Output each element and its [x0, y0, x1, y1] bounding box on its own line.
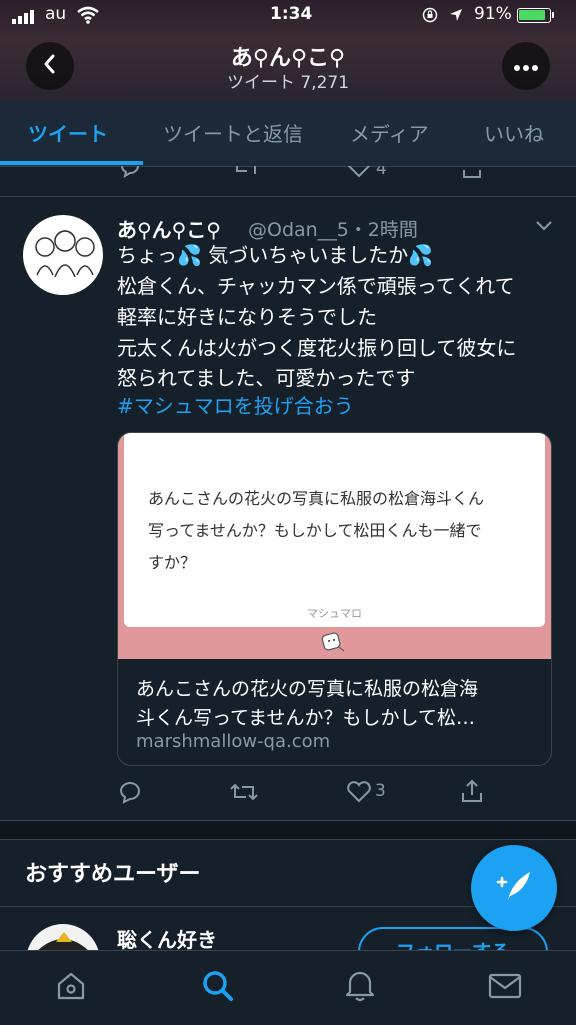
- battery-icon: [517, 8, 551, 23]
- retweet-icon[interactable]: [232, 166, 260, 182]
- section-title: おすすめユーザー: [25, 862, 201, 887]
- recommended-user-name[interactable]: 聡くん好き: [117, 924, 217, 953]
- prev-tweet-actions: 4: [0, 166, 576, 182]
- tweet-divider: [0, 196, 576, 197]
- active-tab-indicator: [0, 161, 143, 165]
- clock-time: 1:34: [270, 4, 313, 24]
- tweet-handle-time: @Odan__5・2時間: [248, 219, 418, 241]
- tweet-display-name[interactable]: あ⚲ん⚲こ⚲: [117, 214, 221, 243]
- notifications-icon[interactable]: [344, 968, 376, 1006]
- tab-media[interactable]: メディア: [350, 118, 429, 147]
- card-image-text: 写ってませんか？もしかして松田くんも一緒で: [148, 521, 482, 540]
- tab-likes[interactable]: いいね: [484, 118, 544, 147]
- retweet-icon[interactable]: [229, 780, 259, 808]
- signal-icon: [12, 9, 38, 24]
- like-icon[interactable]: [346, 166, 372, 182]
- share-icon[interactable]: [460, 166, 484, 182]
- reply-icon[interactable]: [117, 780, 143, 808]
- like-icon[interactable]: [346, 780, 372, 808]
- card-image-text: すか？: [148, 553, 197, 572]
- location-icon: [448, 7, 464, 27]
- tweet-menu-chevron-icon[interactable]: [534, 218, 554, 237]
- like-count: 4: [376, 166, 387, 179]
- home-icon[interactable]: [55, 970, 87, 1006]
- card-image-text: あんこさんの花火の写真に私服の松倉海斗くん: [148, 489, 485, 508]
- reply-icon[interactable]: [118, 166, 142, 182]
- marshmallow-mascot-icon: [320, 631, 346, 659]
- messages-icon[interactable]: [488, 972, 522, 1004]
- card-image-brand: マシュマロ: [307, 607, 362, 620]
- battery-cap: [552, 12, 554, 18]
- orientation-lock-icon: [422, 7, 438, 27]
- tab-tweets-and-replies[interactable]: ツイートと返信: [163, 118, 303, 147]
- tweet-text-line: 松倉くん、チャッカマン係で頑張ってくれて: [117, 274, 515, 298]
- more-button[interactable]: [502, 42, 550, 90]
- section-separator: [0, 820, 576, 840]
- tweet-text-line: 軽率に好きになりそうでした: [117, 305, 377, 329]
- tab-tweets[interactable]: ツイート: [28, 118, 108, 147]
- compose-tweet-button[interactable]: [471, 845, 557, 931]
- tweet-text-line: ちょっ💦 気づいちゃいましたか💦: [117, 243, 434, 267]
- more-horizontal-icon: [513, 57, 539, 76]
- card-domain: marshmallow-qa.com: [136, 731, 331, 752]
- carrier-label: au: [45, 4, 67, 24]
- tweet-text-line: 元太くんは火がつく度花火振り回して彼女に: [117, 336, 517, 360]
- tweet-count: ツイート 7,271: [226, 73, 350, 93]
- hashtag-link[interactable]: #マシュマロを投げ合おう: [117, 392, 354, 421]
- card-title: 斗くん写ってませんか？もしかして松…: [136, 707, 475, 729]
- tweet-text-line: 怒られてました、可愛かったです: [117, 366, 416, 390]
- like-count: 3: [375, 781, 386, 801]
- share-icon[interactable]: [460, 778, 484, 808]
- search-icon[interactable]: [200, 968, 236, 1008]
- compose-feather-icon: [494, 868, 534, 908]
- wifi-icon: [76, 6, 100, 28]
- link-card[interactable]: あんこさんの花火の写真に私服の松倉海斗くん 写ってませんか？もしかして松田くんも…: [117, 432, 552, 766]
- battery-percent: 91%: [474, 4, 512, 24]
- card-image: あんこさんの花火の写真に私服の松倉海斗くん 写ってませんか？もしかして松田くんも…: [118, 433, 551, 659]
- card-title: あんこさんの花火の写真に私服の松倉海: [136, 678, 479, 700]
- avatar[interactable]: [23, 215, 103, 295]
